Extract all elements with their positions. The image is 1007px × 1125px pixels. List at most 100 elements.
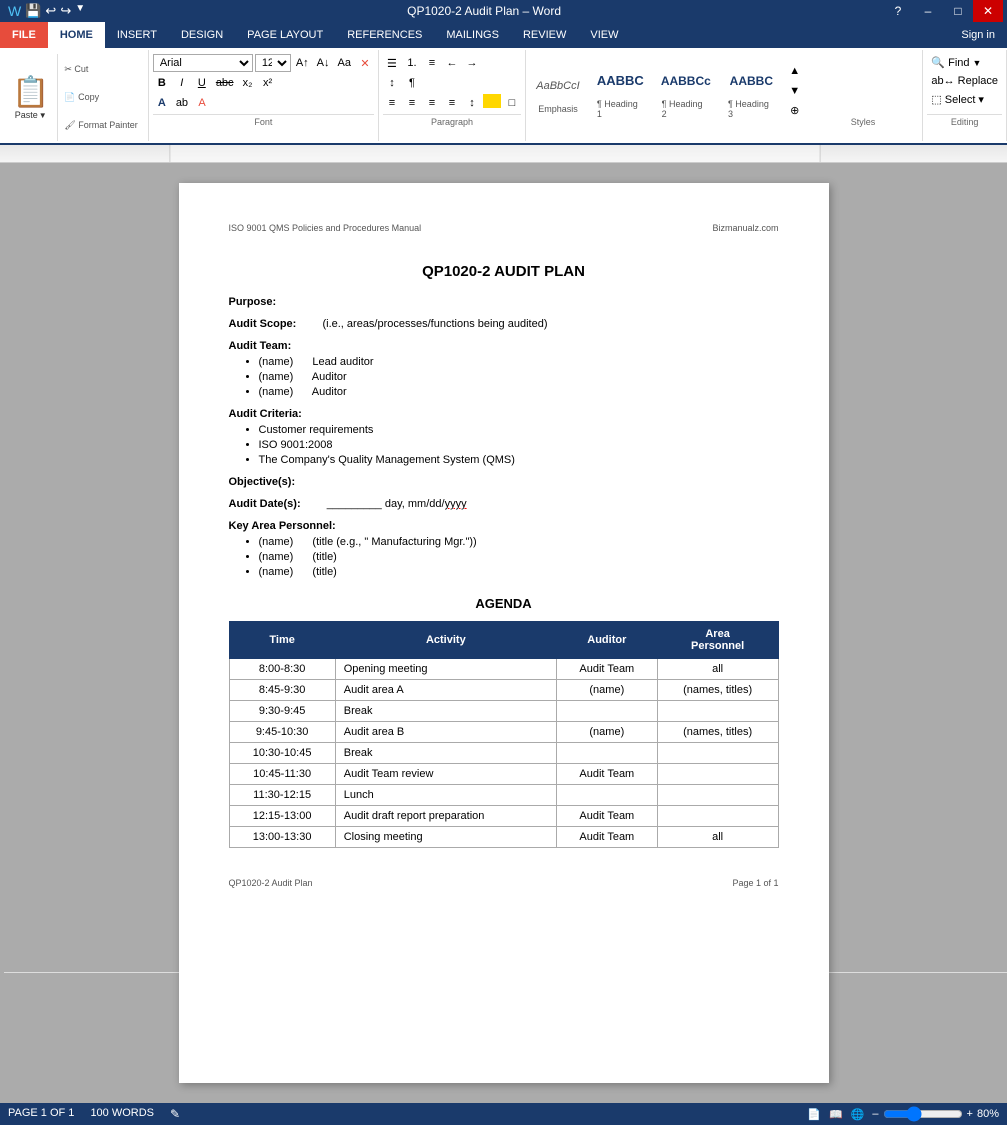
font-size-select[interactable]: 12 [255,54,291,72]
agenda-personnel [657,701,778,722]
tab-file[interactable]: FILE [0,22,48,48]
audit-scope-label: Audit Scope: [229,318,297,330]
agenda-time: 13:00-13:30 [229,827,335,848]
agenda-row: 11:30-12:15 Lunch [229,785,778,806]
zoom-level: 80% [977,1108,999,1120]
justify-button[interactable]: ≡ [443,94,461,112]
font-color-button[interactable]: A [193,94,211,112]
clipboard-group: 📋 Paste ▼ ✂ Cut 📄 Copy 🖌 Format Painter … [0,50,149,141]
agenda-auditor [556,743,657,764]
page-footer: QP1020-2 Audit Plan Page 1 of 1 [229,878,779,888]
format-painter-button[interactable]: 🖌 Format Painter [62,119,139,132]
find-dropdown[interactable]: ▼ [973,58,982,68]
find-button[interactable]: 🔍 Find ▼ [927,54,985,71]
line-spacing-button[interactable]: ↕ [463,94,481,112]
shading-button[interactable] [483,94,501,108]
audit-criteria-section: Audit Criteria: Customer requirements IS… [229,408,779,466]
document-title[interactable]: QP1020-2 AUDIT PLAN [229,263,779,280]
bullets-button[interactable]: ☰ [383,54,401,72]
multilevel-button[interactable]: ≡ [423,54,441,72]
style-emphasis[interactable]: AaBbCcI Emphasis [530,64,586,118]
styles-scroll-down[interactable]: ▼ [786,82,804,100]
audit-scope-value: (i.e., areas/processes/functions being a… [322,318,547,330]
text-highlight-button[interactable]: ab [173,94,191,112]
select-button[interactable]: ⬚ Select ▾ [927,91,988,108]
show-para-button[interactable]: ¶ [403,74,421,92]
sort-button[interactable]: ↕ [383,74,401,92]
audit-team-list: (name) Lead auditor (name) Auditor (name… [259,356,779,398]
strikethrough-button[interactable]: abc [213,74,237,92]
superscript-button[interactable]: x² [259,74,277,92]
decrease-indent-button[interactable]: ← [443,54,461,72]
page-header: ISO 9001 QMS Policies and Procedures Man… [229,223,779,233]
agenda-row: 9:45-10:30 Audit area B (name) (names, t… [229,722,778,743]
align-left-button[interactable]: ≡ [383,94,401,112]
audit-team-member-2: (name) Auditor [259,371,779,383]
numbering-button[interactable]: 1. [403,54,421,72]
cut-button[interactable]: ✂ Cut [62,63,139,76]
zoom-in-button[interactable]: + [967,1108,973,1120]
align-center-button[interactable]: ≡ [403,94,421,112]
audit-team-section: Audit Team: (name) Lead auditor (name) A… [229,340,779,398]
objectives-label: Objective(s): [229,476,296,488]
styles-more[interactable]: ⊕ [786,102,804,120]
zoom-slider[interactable] [883,1106,963,1122]
text-effect-button[interactable]: A [153,94,171,112]
agenda-time: 9:30-9:45 [229,701,335,722]
tab-page-layout[interactable]: PAGE LAYOUT [235,22,335,48]
tab-review[interactable]: REVIEW [511,22,578,48]
paragraph-row2: ↕ ¶ [383,74,421,92]
key-area-personnel-section: Key Area Personnel: (name) (title (e.g.,… [229,520,779,578]
quick-dropdown[interactable]: ▼ [75,3,85,19]
tab-design[interactable]: DESIGN [169,22,235,48]
audit-date-value: _________ day, mm/dd/yyyy [327,498,467,510]
replace-button[interactable]: ab↔ Replace [927,73,1002,89]
sign-in-button[interactable]: Sign in [949,22,1007,48]
view-web-btn[interactable]: 🌐 [851,1108,865,1121]
border-button[interactable]: □ [503,94,521,112]
quick-save[interactable]: 💾 [25,3,41,19]
document-area: ISO 9001 QMS Policies and Procedures Man… [0,163,1007,1103]
maximize-btn[interactable]: □ [943,0,973,22]
style-heading1[interactable]: AABBC ¶ Heading 1 [590,59,651,123]
tab-mailings[interactable]: MAILINGS [434,22,511,48]
copy-button[interactable]: 📄 Copy [62,91,139,104]
subscript-button[interactable]: x₂ [239,74,257,92]
increase-indent-button[interactable]: → [463,54,481,72]
bold-button[interactable]: B [153,74,171,92]
quick-undo[interactable]: ↩ [45,3,56,19]
shrink-font-button[interactable]: A↓ [314,54,333,72]
tab-insert[interactable]: INSERT [105,22,169,48]
audit-criteria-list: Customer requirements ISO 9001:2008 The … [259,424,779,466]
agenda-row: 10:45-11:30 Audit Team review Audit Team [229,764,778,785]
paragraph-row1: ☰ 1. ≡ ← → [383,54,481,72]
font-family-select[interactable]: Arial [153,54,253,72]
clear-format-button[interactable]: ✕ [356,54,374,72]
styles-scroll-up[interactable]: ▲ [786,62,804,80]
quick-redo[interactable]: ↪ [60,3,71,19]
grow-font-button[interactable]: A↑ [293,54,312,72]
heading1-preview: AABBC [597,63,644,99]
page[interactable]: ISO 9001 QMS Policies and Procedures Man… [179,183,829,1083]
page-indicator: PAGE 1 OF 1 [8,1107,74,1121]
minimize-btn[interactable]: – [913,0,943,22]
help-btn[interactable]: ? [883,0,913,22]
agenda-auditor: Audit Team [556,659,657,680]
zoom-out-button[interactable]: – [872,1108,878,1120]
case-button[interactable]: Aa [335,54,354,72]
close-btn[interactable]: ✕ [973,0,1003,22]
underline-button[interactable]: U [193,74,211,92]
style-heading2[interactable]: AABBCc ¶ Heading 2 [655,59,717,123]
agenda-time: 12:15-13:00 [229,806,335,827]
view-read-btn[interactable]: 📖 [829,1108,843,1121]
paste-button[interactable]: 📋 Paste ▼ [4,54,58,141]
style-heading3[interactable]: AABBC ¶ Heading 3 [721,59,782,123]
paste-dropdown[interactable]: ▼ [39,111,47,120]
view-layout-btn[interactable]: 📄 [807,1108,821,1121]
tab-home[interactable]: HOME [48,22,105,48]
tab-references[interactable]: REFERENCES [335,22,434,48]
tab-view[interactable]: VIEW [578,22,630,48]
align-right-button[interactable]: ≡ [423,94,441,112]
italic-button[interactable]: I [173,74,191,92]
paragraph-group: ☰ 1. ≡ ← → ↕ ¶ ≡ ≡ ≡ ≡ ↕ □ Paragraph [379,50,526,141]
